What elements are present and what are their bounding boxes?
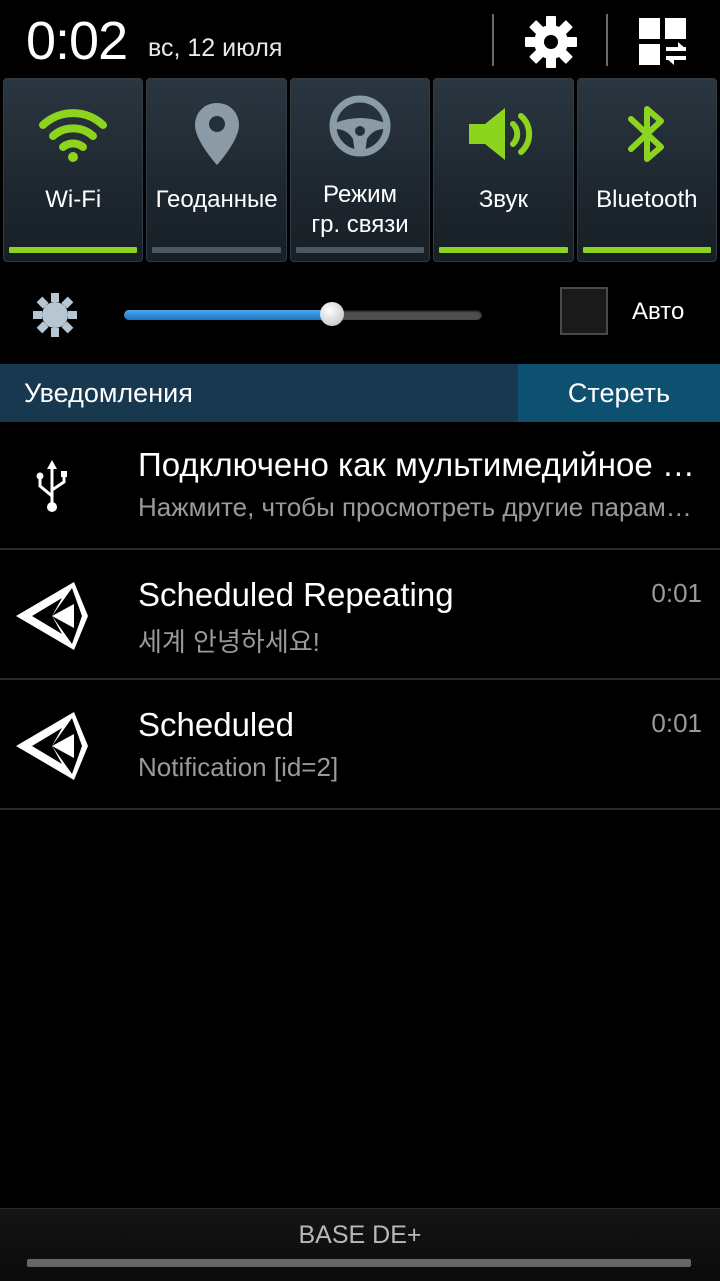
- brightness-slider[interactable]: [124, 302, 482, 326]
- brightness-row: Авто: [0, 262, 720, 364]
- clock: 0:02: [26, 11, 128, 71]
- status-header: 0:02 вс, 12 июля: [0, 0, 720, 78]
- notification-text: 세계 안녕하세요!: [138, 627, 320, 657]
- notification-text: Notification [id=2]: [138, 752, 339, 782]
- toggle-wifi[interactable]: Wi-Fi: [3, 78, 144, 262]
- notification-item[interactable]: Scheduled Repeating 세계 안녕하세요! 0:01: [0, 552, 720, 680]
- notification-time: 0:01: [651, 708, 702, 738]
- wifi-icon: [39, 109, 108, 162]
- auto-brightness-checkbox[interactable]: [560, 287, 608, 335]
- notification-item[interactable]: Подключено как мультимедийное устройство…: [0, 422, 720, 550]
- notification-icon: [10, 704, 94, 788]
- brightness-slider-thumb[interactable]: [319, 302, 344, 326]
- brightness-slider-fill: [124, 310, 332, 320]
- toggle-sound[interactable]: Звук: [433, 78, 574, 262]
- notification-icon: [10, 574, 94, 658]
- notifications-title: Уведомления: [24, 378, 193, 408]
- date: вс, 12 июля: [148, 34, 283, 62]
- toggle-label: Wi-Fi: [45, 186, 102, 213]
- notification-title: Подключено как мультимедийное устройство: [138, 446, 698, 483]
- gear-icon: [525, 16, 577, 68]
- toggle-label: Режим гр. связи: [291, 180, 429, 240]
- notification-text: Нажмите, чтобы просмотреть другие параме…: [138, 492, 700, 522]
- toggle-label: Звук: [478, 186, 529, 213]
- toggle-label-line: гр. связи: [311, 211, 409, 238]
- divider: [606, 14, 608, 66]
- notification-icon: [10, 444, 94, 528]
- toggle-driving-mode[interactable]: Режим гр. связи: [289, 78, 431, 262]
- divider: [492, 14, 494, 66]
- notifications-header: Уведомления Стереть: [0, 364, 720, 422]
- steering-wheel-icon: [329, 95, 391, 157]
- toggle-indicator: [295, 247, 425, 253]
- toggle-indicator: [439, 247, 568, 253]
- toggle-indicator: [152, 247, 281, 253]
- toggle-label: Геоданные: [155, 186, 278, 213]
- toggle-bluetooth[interactable]: Bluetooth: [576, 78, 718, 262]
- speaker-icon: [469, 108, 533, 160]
- toggle-label-line: Режим: [323, 181, 398, 208]
- toggle-indicator: [582, 247, 712, 253]
- toggle-location[interactable]: Геоданные: [146, 78, 287, 262]
- clear-notifications-button[interactable]: Стереть: [518, 364, 720, 422]
- unity-icon: [16, 582, 88, 650]
- notification-item[interactable]: Scheduled Notification [id=2] 0:01: [0, 682, 720, 810]
- brightness-icon: [33, 293, 77, 337]
- notification-time: 0:01: [651, 578, 702, 608]
- carrier-label: BASE DE+: [298, 1221, 422, 1249]
- grid-swap-icon: [639, 18, 686, 65]
- location-icon: [194, 103, 239, 165]
- notification-title: Scheduled Repeating: [138, 576, 454, 613]
- panel-footer: BASE DE+: [0, 1208, 720, 1281]
- usb-icon: [36, 460, 67, 512]
- bluetooth-icon: [627, 106, 664, 162]
- settings-button[interactable]: [516, 12, 586, 72]
- unity-icon: [16, 712, 88, 780]
- toggle-indicator: [9, 247, 138, 253]
- toggle-label: Bluetooth: [596, 186, 698, 213]
- quick-settings-toggles: Wi-Fi Геоданные Режим гр. связи Звук Blu…: [0, 78, 720, 262]
- edit-toggles-button[interactable]: [628, 12, 698, 72]
- drag-handle[interactable]: [27, 1259, 691, 1267]
- notification-title: Scheduled: [138, 706, 294, 743]
- auto-brightness-label: Авто: [632, 298, 685, 325]
